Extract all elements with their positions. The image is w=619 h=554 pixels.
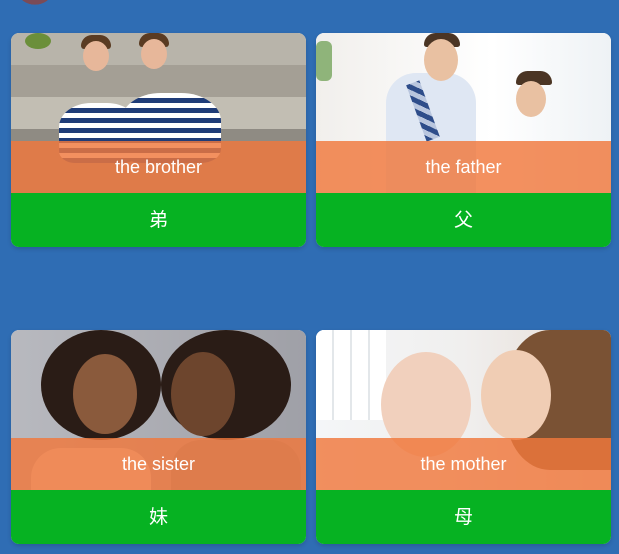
flashcard-father[interactable]: the father 父 [316, 33, 611, 247]
answer-button[interactable]: 妹 [11, 490, 306, 544]
answer-button[interactable]: 母 [316, 490, 611, 544]
word-label: the sister [11, 438, 306, 490]
user-avatar[interactable] [16, 0, 54, 6]
word-label: the mother [316, 438, 611, 490]
flashcard-brother[interactable]: the brother 弟 [11, 33, 306, 247]
flashcard-grid: the brother 弟 the father 父 the sister 妹 [11, 33, 611, 545]
flashcard-mother[interactable]: the mother 母 [316, 330, 611, 544]
answer-button[interactable]: 父 [316, 193, 611, 247]
answer-button[interactable]: 弟 [11, 193, 306, 247]
word-label: the brother [11, 141, 306, 193]
flashcard-sister[interactable]: the sister 妹 [11, 330, 306, 544]
word-label: the father [316, 141, 611, 193]
